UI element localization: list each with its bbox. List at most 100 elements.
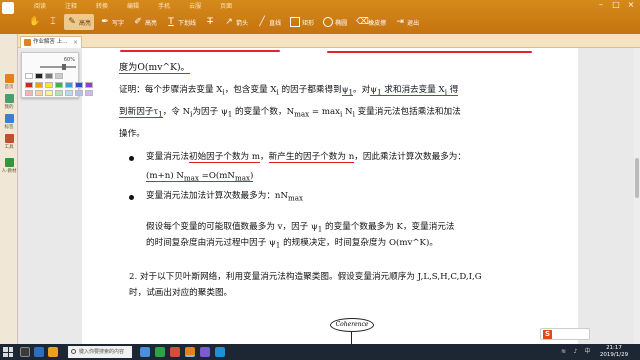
book-icon xyxy=(4,158,14,167)
text-run: 的规模决定，时间复杂度为 O(mv^K)。 xyxy=(280,238,438,248)
color-swatch[interactable] xyxy=(35,82,43,88)
time: 21:17 xyxy=(606,345,622,351)
color-swatch[interactable] xyxy=(55,82,63,88)
highlight-marker-icon: ✐ xyxy=(134,17,142,27)
color-swatch[interactable] xyxy=(55,90,63,96)
tool-highlight[interactable]: ✎ 高亮 xyxy=(64,14,95,30)
question-text: 时，试画出对应的聚类图。 xyxy=(129,288,233,298)
subscript: max xyxy=(294,109,310,119)
scrollbar-thumb[interactable] xyxy=(635,158,639,198)
color-swatch[interactable] xyxy=(25,73,33,79)
vertical-scrollbar[interactable] xyxy=(634,48,640,344)
tool-pen[interactable]: ✒ 写字 xyxy=(97,14,127,30)
app-icon[interactable] xyxy=(170,347,180,357)
taskbar: 键入你要搜索的内容 ≋ ♪ 中 21:17 2019/1/29 xyxy=(0,344,640,360)
color-swatch[interactable] xyxy=(25,82,33,88)
color-swatch[interactable] xyxy=(35,73,43,79)
tool-ellipse[interactable]: 椭圆 xyxy=(320,14,350,30)
sidebar-item-tags[interactable]: 标签 xyxy=(1,114,17,130)
pdf-reader-taskbar-icon[interactable] xyxy=(185,347,195,357)
tool-eraser[interactable]: ⌫ 橡皮擦 xyxy=(353,14,389,30)
color-swatch[interactable] xyxy=(35,90,43,96)
sidebar-item-tools[interactable]: 工具 xyxy=(1,134,17,150)
ime-language-icon[interactable]: 中 xyxy=(584,348,591,355)
text-line: 的时间复杂度由消元过程中因子 ψ1 的规模决定，时间复杂度为 O(mv^K)。 xyxy=(146,236,438,250)
color-swatch[interactable] xyxy=(75,90,83,96)
tool-hand[interactable]: ✋ xyxy=(26,14,42,30)
color-swatch[interactable] xyxy=(45,73,53,79)
tool-arrow[interactable]: ↗ 箭头 xyxy=(221,14,251,30)
opacity-slider[interactable] xyxy=(40,64,76,70)
text-run: ψ xyxy=(370,85,377,95)
text-run: 求和消去变量 X xyxy=(381,85,445,95)
tool-select[interactable]: ⌶ xyxy=(45,14,61,30)
color-swatch[interactable] xyxy=(85,82,93,88)
color-swatch[interactable] xyxy=(65,90,73,96)
swatch-row xyxy=(25,82,93,88)
tool-underline[interactable]: T 下划线 xyxy=(163,14,199,30)
tool-marker[interactable]: ✐ 高亮 xyxy=(130,14,160,30)
menu-annotate[interactable]: 注释 xyxy=(65,1,77,10)
minimize-icon[interactable]: – xyxy=(596,1,606,9)
exit-icon: ⇥ xyxy=(396,17,404,27)
text-line: 度为O(mv^K)。 xyxy=(119,59,190,74)
text-run: 证明：每个步骤消去变量 X xyxy=(119,85,223,95)
document-viewport[interactable]: 60% 度为O(mv^K)。 证明：每个步骤消去变量 Xi，包含变量 Xi 的因… xyxy=(18,48,640,344)
menu-convert[interactable]: 转换 xyxy=(96,1,108,10)
color-swatch[interactable] xyxy=(65,82,73,88)
tool-rectangle-label: 矩形 xyxy=(302,19,315,27)
opacity-slider-knob[interactable] xyxy=(62,64,66,70)
text-run: 为因子 ψ xyxy=(192,107,228,117)
app-icon[interactable] xyxy=(200,347,210,357)
tab-bar: 作业解答 上... × xyxy=(18,34,640,48)
edge-icon[interactable] xyxy=(34,347,44,357)
menu-read[interactable]: 阅读 xyxy=(34,1,46,10)
sidebar-item-home[interactable]: 首页 xyxy=(1,74,17,90)
opacity-value: 60% xyxy=(63,57,75,63)
task-view-icon[interactable] xyxy=(20,347,30,357)
sidebar-item-textbook[interactable]: 人·教材 xyxy=(1,158,17,174)
text-run: 假设每个变量的可能取值数最多为 v，因子 ψ xyxy=(146,222,318,232)
network-icon[interactable]: ≋ xyxy=(560,348,567,355)
color-swatch[interactable] xyxy=(25,90,33,96)
file-explorer-icon[interactable] xyxy=(48,347,58,357)
close-icon[interactable]: × xyxy=(626,1,636,9)
text-run: 变量消元法包括乘法和加法 xyxy=(354,107,461,117)
maximize-icon[interactable]: □ xyxy=(611,1,621,9)
menu-cloud[interactable]: 云服 xyxy=(189,1,201,10)
volume-icon[interactable]: ♪ xyxy=(572,348,579,355)
text-run: 的变量个数最多为 K，变量消元法 xyxy=(322,222,455,232)
app-icon[interactable] xyxy=(155,347,165,357)
tool-line[interactable]: ╱ 直线 xyxy=(254,14,284,30)
clock[interactable]: 21:17 2019/1/29 xyxy=(596,345,632,359)
app-icon[interactable] xyxy=(140,347,150,357)
tool-arrow-label: 箭头 xyxy=(236,19,249,27)
tool-strike[interactable]: T xyxy=(202,14,218,30)
menu-mobile[interactable]: 手机 xyxy=(158,1,170,10)
color-swatch[interactable] xyxy=(75,82,83,88)
subscript: max xyxy=(183,173,199,183)
menu-page[interactable]: 页面 xyxy=(220,1,232,10)
tool-underline-label: 下划线 xyxy=(178,19,197,27)
windows-start-icon[interactable] xyxy=(3,347,13,357)
taskbar-search[interactable]: 键入你要搜索的内容 xyxy=(68,346,132,358)
tool-rectangle[interactable]: 矩形 xyxy=(287,14,317,30)
color-swatch[interactable] xyxy=(85,90,93,96)
color-swatch[interactable] xyxy=(45,82,53,88)
ellipse-icon xyxy=(323,17,334,27)
text-run: 的变量个数，N xyxy=(232,107,295,117)
formula: (m+n) Nmax =O(mNmax) xyxy=(146,171,254,183)
color-swatch[interactable] xyxy=(45,90,53,96)
swatch-row xyxy=(25,73,63,79)
subscript: max xyxy=(287,193,304,203)
tab-document[interactable]: 作业解答 上... × xyxy=(20,36,82,48)
tool-exit[interactable]: ⇥ 退出 xyxy=(392,14,422,30)
highlight-icon: ✎ xyxy=(68,17,76,27)
tab-close-icon[interactable]: × xyxy=(73,37,78,48)
app-icon[interactable] xyxy=(215,347,225,357)
sidebar-item-mine[interactable]: 我的 xyxy=(1,94,17,110)
ime-toolbar[interactable]: S xyxy=(540,328,590,340)
color-swatch[interactable] xyxy=(55,73,63,79)
menu-edit[interactable]: 编辑 xyxy=(127,1,139,10)
text-run: ，包含变量 X xyxy=(224,85,277,95)
